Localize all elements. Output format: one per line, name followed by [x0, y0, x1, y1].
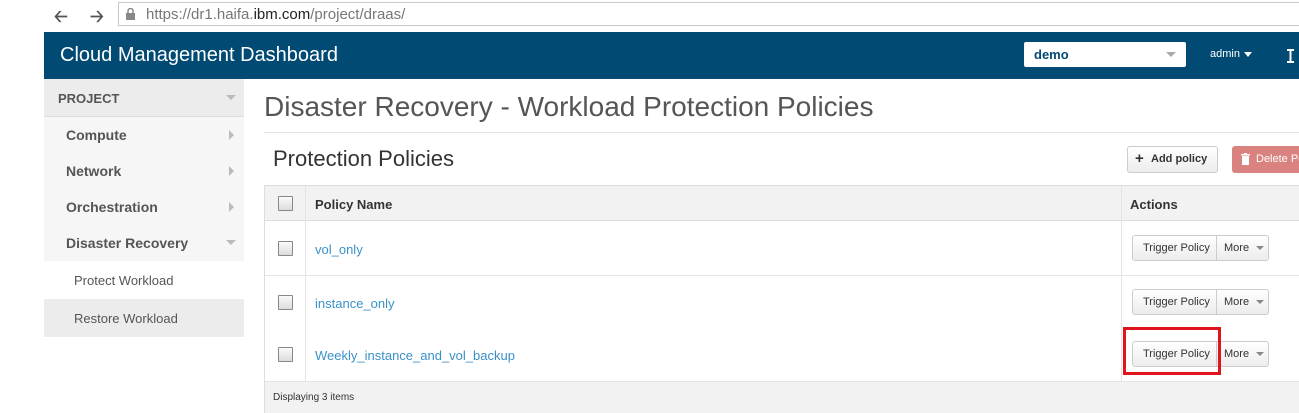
table-footer: Displaying 3 items — [265, 382, 1299, 413]
lock-icon — [126, 8, 135, 20]
browser-address-bar: 🡠 🡢 https://dr1.haifa.ibm.com/project/dr… — [0, 0, 1299, 30]
section-title: Protection Policies — [273, 146, 454, 171]
select-all-checkbox[interactable] — [278, 196, 293, 211]
chevron-down-icon — [1256, 352, 1264, 356]
column-divider — [1121, 186, 1122, 382]
chevron-right-icon — [229, 202, 234, 212]
brand-title: Cloud Management Dashboard — [60, 44, 338, 66]
chevron-right-icon — [229, 166, 234, 176]
row-checkbox[interactable] — [278, 241, 293, 256]
more-dropdown-button[interactable]: More — [1216, 341, 1269, 367]
sidebar-section-project[interactable]: PROJECT — [44, 79, 244, 117]
sidebar-item-disaster-recovery[interactable]: Disaster Recovery — [44, 225, 244, 261]
add-policy-button[interactable]: + Add policy — [1127, 146, 1218, 173]
page-title: Disaster Recovery - Workload Protection … — [264, 91, 874, 122]
back-arrow-icon[interactable]: 🡠 — [54, 4, 68, 33]
sidebar-subitem-protect-workload[interactable]: Protect Workload — [44, 261, 244, 299]
chevron-down-icon — [226, 240, 236, 245]
table-header: Policy Name Actions — [265, 186, 1299, 221]
more-dropdown-button[interactable]: More — [1216, 289, 1269, 315]
sidebar-item-network[interactable]: Network — [44, 153, 244, 189]
chevron-down-icon — [1256, 300, 1264, 304]
policy-name-link[interactable]: Weekly_instance_and_vol_backup — [315, 348, 515, 363]
sidebar-item-orchestration[interactable]: Orchestration — [44, 189, 244, 225]
item-count: Displaying 3 items — [273, 392, 355, 403]
row-checkbox[interactable] — [278, 347, 293, 362]
sidebar: PROJECT Compute Network Orchestration Di… — [44, 79, 244, 337]
project-select-value: demo — [1034, 47, 1069, 62]
chevron-down-icon — [1256, 246, 1264, 250]
table-row: Weekly_instance_and_vol_backup Trigger P… — [265, 328, 1299, 382]
delete-policies-button[interactable]: Delete Policies — [1232, 146, 1299, 173]
policy-name-link[interactable]: instance_only — [315, 296, 395, 311]
url-text: https://dr1.haifa.ibm.com/project/draas/ — [146, 6, 406, 23]
forward-arrow-icon[interactable]: 🡢 — [90, 4, 104, 33]
table-row: vol_only Trigger Policy More — [265, 222, 1299, 276]
chevron-down-icon — [1166, 52, 1176, 57]
help-icon[interactable] — [1286, 48, 1295, 64]
chevron-right-icon — [229, 130, 234, 140]
divider — [264, 132, 1299, 133]
chevron-down-icon — [226, 95, 236, 100]
plus-icon: + — [1135, 150, 1144, 167]
sidebar-subitem-restore-workload[interactable]: Restore Workload — [44, 299, 244, 337]
more-dropdown-button[interactable]: More — [1216, 235, 1269, 261]
url-field[interactable]: https://dr1.haifa.ibm.com/project/draas/ — [118, 2, 1299, 26]
column-divider — [305, 186, 306, 382]
trash-icon — [1241, 153, 1250, 165]
policies-table: Policy Name Actions vol_only Trigger Pol… — [264, 185, 1299, 413]
user-menu[interactable]: admin — [1210, 48, 1252, 60]
row-checkbox[interactable] — [278, 295, 293, 310]
trigger-policy-button[interactable]: Trigger Policy — [1132, 289, 1217, 315]
top-header: Cloud Management Dashboard demo admin — [44, 32, 1299, 79]
table-row: instance_only Trigger Policy More — [265, 276, 1299, 330]
column-header-policy-name: Policy Name — [315, 197, 393, 212]
trigger-policy-button[interactable]: Trigger Policy — [1132, 341, 1217, 367]
sidebar-item-compute[interactable]: Compute — [44, 117, 244, 153]
chevron-down-icon — [1243, 51, 1252, 57]
column-header-actions: Actions — [1130, 197, 1178, 212]
project-select[interactable]: demo — [1024, 42, 1186, 67]
policy-name-link[interactable]: vol_only — [315, 242, 363, 257]
trigger-policy-button[interactable]: Trigger Policy — [1132, 235, 1217, 261]
